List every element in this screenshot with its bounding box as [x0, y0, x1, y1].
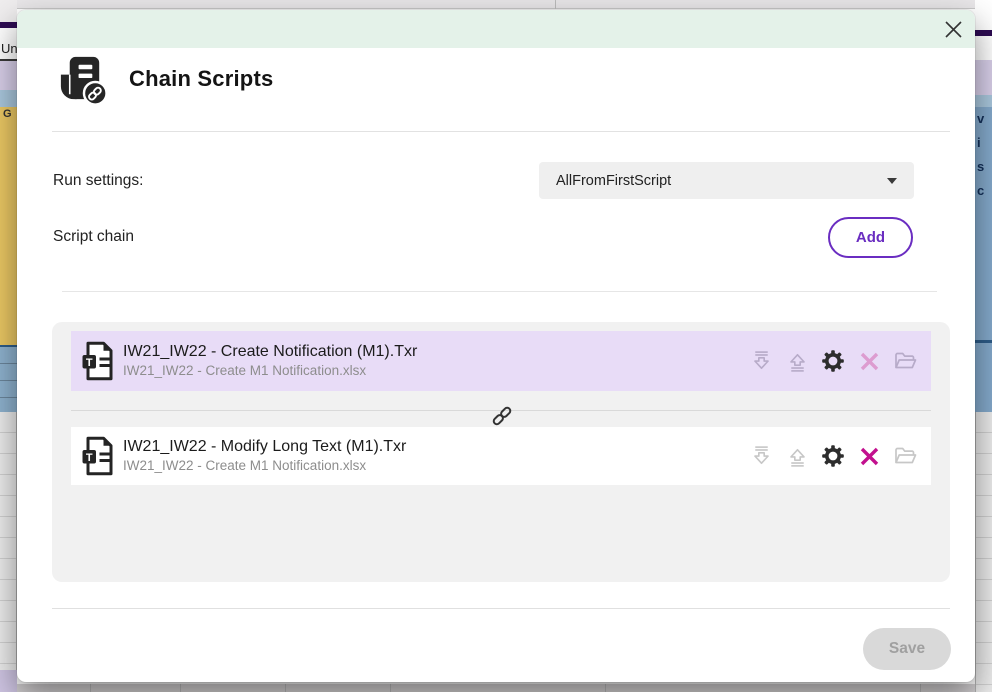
script-row-actions	[749, 349, 917, 373]
bg-cell-text: s	[977, 159, 985, 174]
script-row-actions	[749, 444, 917, 468]
txr-file-icon: T	[82, 341, 113, 381]
bg-left-cell-lavender	[0, 61, 17, 90]
bg-cell-text: i	[977, 135, 981, 150]
bg-top-gridline	[555, 0, 556, 9]
dialog-header-bar	[17, 10, 975, 48]
chevron-down-icon	[887, 177, 897, 184]
chain-link-icon	[492, 406, 512, 426]
remove-script-button[interactable]	[857, 444, 881, 468]
dialog-title: Chain Scripts	[129, 66, 274, 91]
bg-bottom-strip	[17, 684, 975, 692]
script-workbook: IW21_IW22 - Create M1 Notification.xlsx	[123, 363, 367, 379]
open-folder-button[interactable]	[893, 349, 917, 373]
move-up-icon	[789, 353, 805, 372]
bg-cell-text: c	[977, 183, 985, 198]
open-folder-icon	[895, 352, 917, 369]
bg-left-corner	[0, 0, 17, 22]
move-up-button[interactable]	[785, 349, 809, 373]
chain-scripts-icon	[60, 56, 108, 106]
section-divider	[62, 291, 937, 292]
remove-icon	[860, 447, 878, 465]
settings-button[interactable]	[821, 444, 845, 468]
script-row-text: IW21_IW22 - Modify Long Text (M1).Txr IW…	[123, 437, 406, 475]
bg-right-purple-bar	[975, 30, 992, 36]
run-settings-selected-value: AllFromFirstScript	[556, 172, 672, 189]
bg-left-cell-white: Un	[0, 28, 18, 61]
bg-bottom-gridline	[90, 684, 91, 692]
bg-bottom-gridline	[605, 684, 606, 692]
script-chain-label: Script chain	[53, 228, 134, 245]
bg-right-grid-rows	[975, 412, 992, 692]
add-script-button[interactable]: Add	[828, 217, 913, 258]
script-row[interactable]: T IW21_IW22 - Create Notification (M1).T…	[71, 331, 931, 391]
bg-bottom-gridline	[285, 684, 286, 692]
bg-left-cell-lavender-bottom	[0, 670, 17, 692]
move-up-icon	[789, 448, 805, 467]
script-row-text: IW21_IW22 - Create Notification (M1).Txr…	[123, 342, 417, 380]
bg-cell-text: v	[977, 111, 985, 126]
gear-icon	[822, 350, 844, 372]
footer-divider	[52, 608, 950, 609]
bg-cell-text: G	[3, 108, 12, 120]
open-folder-button[interactable]	[893, 444, 917, 468]
move-down-icon	[753, 350, 769, 369]
close-button[interactable]	[939, 15, 967, 43]
svg-text:T: T	[86, 452, 93, 464]
remove-script-button[interactable]	[857, 349, 881, 373]
bg-bottom-gridline	[390, 684, 391, 692]
bg-left-cell-yellow: G	[0, 107, 17, 345]
close-icon	[944, 20, 962, 38]
bg-left-grid-rows	[0, 412, 17, 670]
save-button[interactable]: Save	[863, 628, 951, 670]
txr-file-icon: T	[82, 436, 113, 476]
open-folder-icon	[895, 447, 917, 464]
bg-cell-text: Un	[1, 41, 18, 56]
chain-scripts-dialog: Chain Scripts Run settings: AllFromFirst…	[17, 10, 975, 682]
run-settings-label: Run settings:	[53, 172, 144, 189]
move-down-icon	[753, 445, 769, 464]
bg-left-cell-steelblue	[0, 345, 17, 412]
move-down-button[interactable]	[749, 444, 773, 468]
script-chain-panel: T IW21_IW22 - Create Notification (M1).T…	[52, 322, 950, 582]
bg-top-strip	[17, 0, 975, 9]
gear-icon	[822, 445, 844, 467]
script-title: IW21_IW22 - Modify Long Text (M1).Txr	[123, 438, 407, 456]
header-divider	[52, 131, 950, 132]
bg-right-cell-lavender	[975, 60, 992, 95]
move-up-button[interactable]	[785, 444, 809, 468]
bg-left-cell-blue	[0, 90, 17, 107]
remove-icon	[860, 352, 878, 370]
bg-bottom-gridline	[920, 684, 921, 692]
settings-button[interactable]	[821, 349, 845, 373]
bg-right-cell-blue	[975, 95, 992, 107]
script-workbook: IW21_IW22 - Create M1 Notification.xlsx	[123, 458, 367, 474]
bg-right-cell-steelblue2	[975, 340, 992, 412]
bg-right-cell-steelblue: v i s c	[975, 107, 992, 340]
move-down-button[interactable]	[749, 349, 773, 373]
bg-bottom-gridline	[180, 684, 181, 692]
script-row[interactable]: T IW21_IW22 - Modify Long Text (M1).Txr …	[71, 427, 931, 485]
run-settings-dropdown[interactable]: AllFromFirstScript	[539, 162, 914, 199]
svg-text:T: T	[86, 357, 93, 369]
script-title: IW21_IW22 - Create Notification (M1).Txr	[123, 343, 418, 361]
